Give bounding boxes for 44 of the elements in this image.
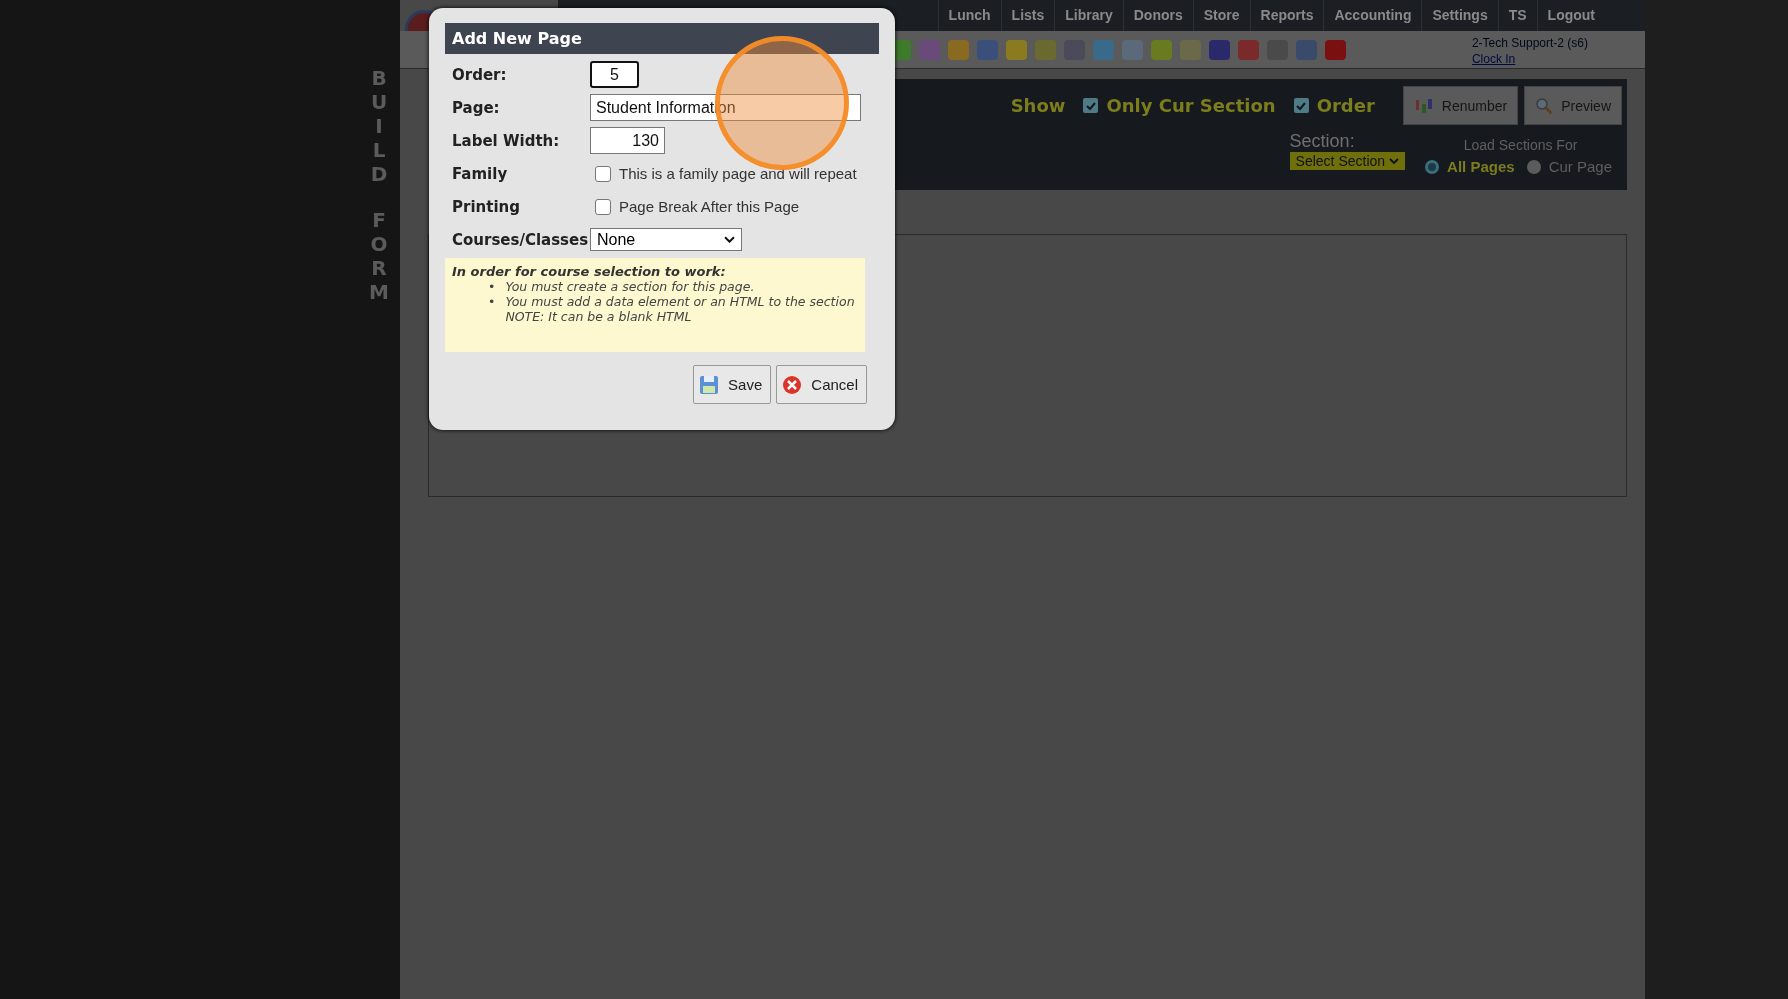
note-heading: In order for course selection to work: (452, 264, 726, 279)
input-field[interactable]: 130 (590, 127, 665, 154)
checkbox-label: Page Break After this Page (619, 198, 800, 215)
user-name: 2-Tech Support-2 (s6) (1471, 34, 1588, 51)
radio-label: Cur Page (1548, 158, 1612, 175)
checkbox[interactable] (595, 165, 611, 182)
radio-button[interactable] (1425, 159, 1440, 174)
dialog-button[interactable]: Cancel (776, 365, 867, 404)
caret-icon (724, 236, 735, 243)
note-item: You must create a section for this page. (505, 279, 755, 294)
checkbox-label: Order (1316, 95, 1375, 116)
caret-icon (1389, 158, 1400, 164)
checkbox[interactable] (1083, 98, 1099, 113)
bullet: • (488, 294, 496, 311)
checkbox-label: This is a family page and will repeat (619, 165, 857, 182)
bullet: • (488, 279, 496, 294)
close-icon (782, 374, 803, 395)
field-label: Label Width: (452, 131, 561, 150)
vertical-title: FORM (369, 208, 389, 304)
dialog-button[interactable]: Save (693, 365, 772, 404)
dialog-title: Add New Page (445, 23, 879, 54)
toolbar-button[interactable]: Preview (1524, 86, 1622, 125)
select-field[interactable]: None (590, 228, 742, 251)
field-label: Family (452, 164, 509, 183)
show-label: Show (1010, 95, 1066, 116)
field-label: Courses/Classes (452, 230, 590, 249)
note-item: You must add a data element or an HTML to the section NOTE: It can be a blank HTML (505, 294, 855, 324)
section-select[interactable]: Select Section (1289, 152, 1406, 170)
toolbar-button[interactable]: Renumber (1402, 86, 1519, 125)
checkbox[interactable] (1293, 98, 1309, 113)
load-label: Load Sections For (1463, 137, 1578, 153)
input-field[interactable]: 5 (590, 61, 639, 88)
numbers-icon (1413, 97, 1434, 114)
field-label: Page: (452, 98, 501, 117)
search-icon (1535, 96, 1554, 115)
radio-button[interactable] (1526, 159, 1541, 174)
checkbox[interactable] (595, 198, 611, 215)
section-label: Section: (1289, 131, 1356, 152)
checkbox-label: Only Cur Section (1106, 95, 1276, 116)
field-label: Printing (452, 197, 521, 216)
field-label: Order: (452, 65, 508, 84)
clock-in-link[interactable]: Clock In (1471, 50, 1588, 67)
radio-label: All Pages (1447, 158, 1515, 175)
vertical-title: BUILD (369, 66, 389, 186)
